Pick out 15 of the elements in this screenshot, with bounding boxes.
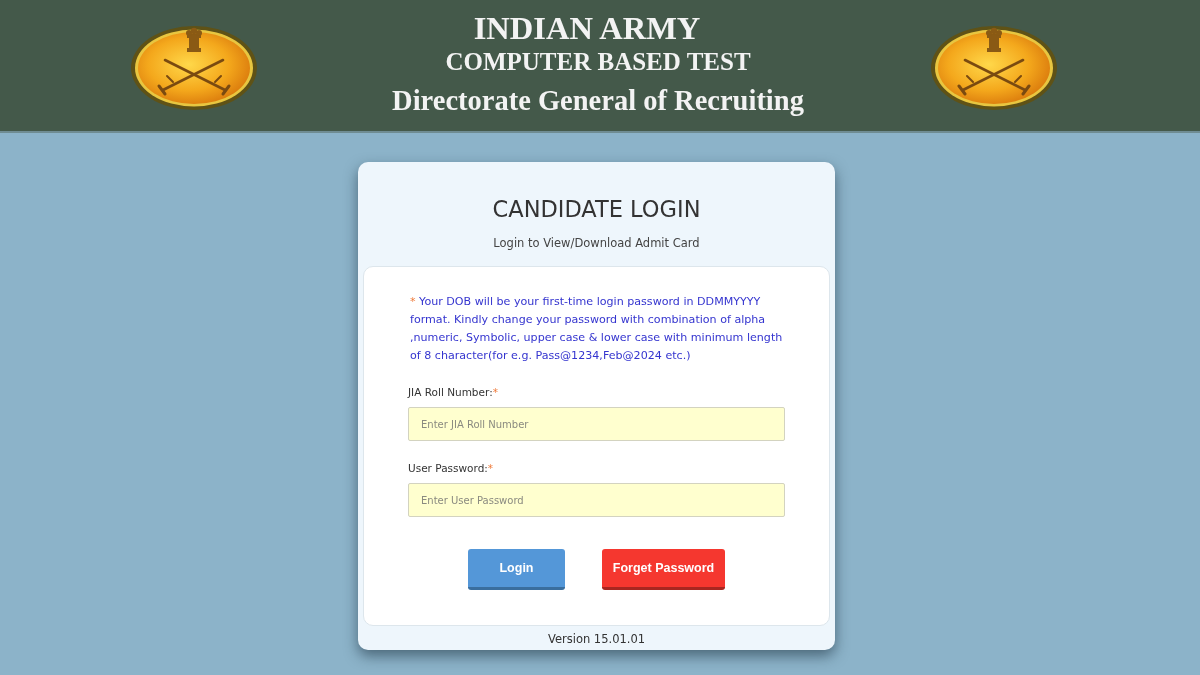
crossed-swords-emblem-icon bbox=[129, 23, 259, 112]
version-text: Version 15.01.01 bbox=[547, 632, 646, 646]
login-title: CANDIDATE LOGIN bbox=[492, 195, 701, 224]
login-subtitle: Login to View/Download Admit Card bbox=[493, 236, 700, 250]
field-label: User Password:* bbox=[408, 461, 494, 475]
organisation-title: INDIAN ARMY bbox=[473, 10, 701, 45]
forget-password-button[interactable]: Forget Password bbox=[602, 549, 725, 590]
input-field[interactable]: Enter JIA Roll Number bbox=[408, 407, 785, 441]
login-button[interactable]: Login bbox=[468, 549, 565, 590]
input-field[interactable]: Enter User Password bbox=[408, 483, 785, 517]
crossed-swords-emblem-icon bbox=[929, 23, 1059, 112]
exam-title: COMPUTER BASED TEST bbox=[445, 46, 751, 77]
password-notice: * Your DOB will be your first-time login password in DDMMYYYY format. Kindly change your password with combination of alpha ,numeric, Symbolic, upper case & lower case with minimum length of 8 character(for e.g. Pass@1234,Feb@2024 etc.) bbox=[410, 294, 784, 364]
field-label: JIA Roll Number:* bbox=[408, 385, 498, 399]
department-title: Directorate General of Recruiting bbox=[392, 83, 804, 118]
